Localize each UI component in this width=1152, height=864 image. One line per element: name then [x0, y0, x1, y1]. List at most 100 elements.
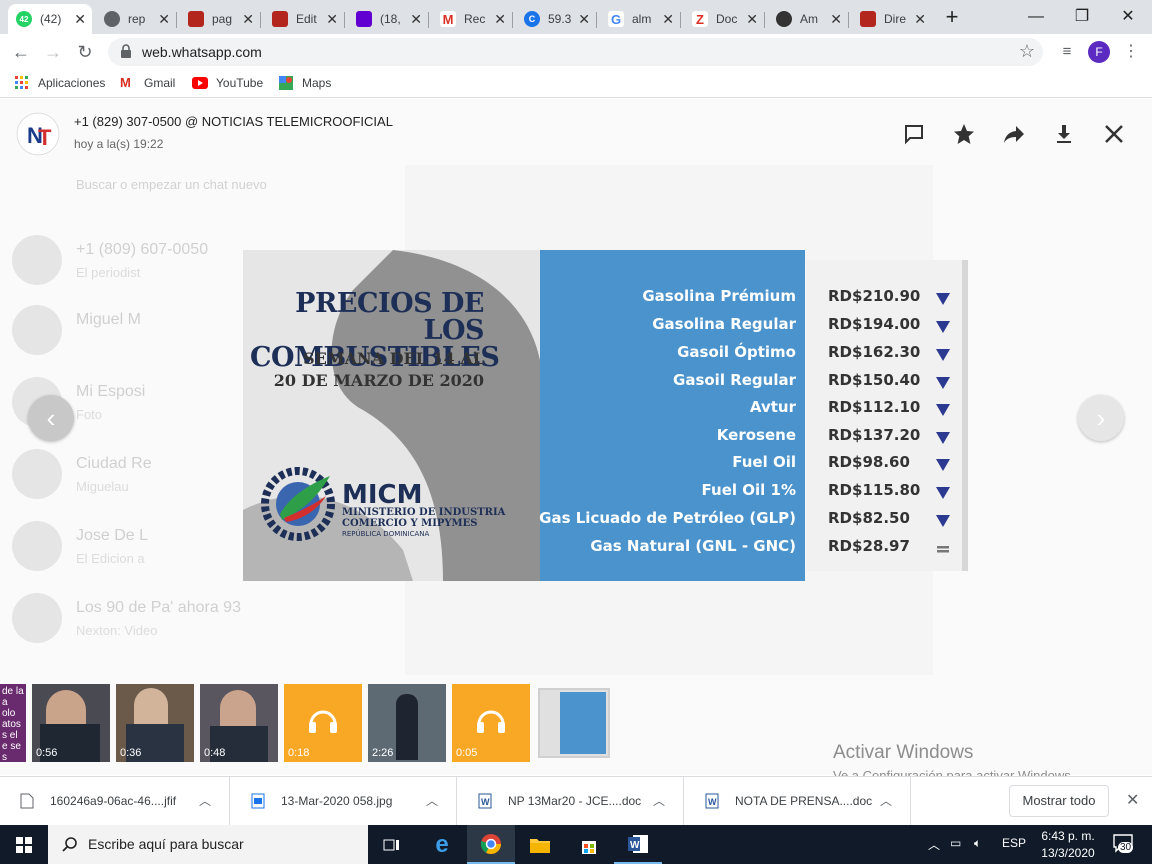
- file-explorer-icon[interactable]: [516, 825, 564, 864]
- fuel-name: Kerosene: [716, 426, 796, 444]
- fuel-price: RD$194.00: [828, 315, 921, 333]
- taskbar-search-box[interactable]: Escribe aquí para buscar: [48, 825, 368, 864]
- back-arrow-icon[interactable]: ←: [8, 40, 34, 64]
- bookmark-star-icon[interactable]: ☆: [1019, 41, 1035, 62]
- forward-arrow-icon[interactable]: →: [40, 40, 66, 64]
- next-media-button[interactable]: ›: [1078, 395, 1124, 441]
- reload-icon[interactable]: ↻: [72, 40, 98, 64]
- tab-close-icon[interactable]: ✕: [326, 11, 338, 27]
- bookmark-youtube[interactable]: YouTube: [192, 76, 263, 90]
- browser-toolbar: ← → ↻ web.whatsapp.com ☆ ≡ F ⋮: [0, 34, 1152, 70]
- download-icon[interactable]: [1052, 122, 1076, 146]
- fuel-row: Gas Licuado de Petróleo (GLP) RD$82.50: [539, 505, 970, 533]
- windows-start-icon[interactable]: [0, 825, 48, 864]
- menu-kebab-icon[interactable]: ⋮: [1118, 40, 1144, 64]
- fuel-price: RD$28.97: [828, 537, 910, 555]
- video-thumbnail[interactable]: 0:36: [116, 684, 194, 762]
- store-icon[interactable]: [565, 825, 613, 864]
- minimize-button[interactable]: —: [1016, 4, 1056, 30]
- volume-icon[interactable]: 🔈︎: [974, 836, 981, 851]
- tab-5[interactable]: M Rec ✕: [432, 4, 513, 34]
- bookmark-label: YouTube: [216, 76, 264, 90]
- thumbnail-partial[interactable]: de la a olo atos s el e se s: [0, 684, 26, 762]
- ghost-search: Buscar o empezar un chat nuevo: [76, 177, 267, 192]
- clock-date[interactable]: 13/3/2020: [1038, 846, 1098, 860]
- tab-close-icon[interactable]: ✕: [494, 11, 506, 27]
- tab-close-icon[interactable]: ✕: [914, 11, 926, 27]
- image-thumbnail-selected[interactable]: [538, 688, 610, 758]
- tab-close-icon[interactable]: ✕: [158, 11, 170, 27]
- tab-close-icon[interactable]: ✕: [242, 11, 254, 27]
- forward-icon[interactable]: [1002, 122, 1026, 146]
- language-indicator[interactable]: ESP: [1002, 836, 1026, 850]
- tab-4[interactable]: (18, ✕: [348, 4, 429, 34]
- clock-time[interactable]: 6:43 p. m.: [1038, 829, 1098, 843]
- tab-1[interactable]: rep ✕: [96, 4, 177, 34]
- media-control-icon[interactable]: ≡: [1054, 40, 1080, 64]
- audio-duration: 0:18: [288, 747, 310, 759]
- tab-3[interactable]: Edit ✕: [264, 4, 345, 34]
- video-duration: 0:56: [36, 747, 58, 759]
- word-icon[interactable]: W: [614, 825, 662, 864]
- audio-thumbnail[interactable]: 0:05: [452, 684, 530, 762]
- profile-avatar[interactable]: F: [1088, 41, 1110, 63]
- bookmark-maps[interactable]: Maps: [278, 76, 331, 90]
- star-icon[interactable]: [952, 122, 976, 146]
- tab-title: (18,: [380, 12, 401, 26]
- previous-media-button[interactable]: ‹: [28, 395, 74, 441]
- tab-8[interactable]: Z Doc ✕: [684, 4, 765, 34]
- video-thumbnail[interactable]: 0:48: [200, 684, 278, 762]
- tab-close-icon[interactable]: ✕: [578, 11, 590, 27]
- tab-whatsapp[interactable]: 42 (42) ✕: [8, 4, 92, 34]
- address-bar[interactable]: web.whatsapp.com ☆: [108, 38, 1043, 66]
- notification-count: 30: [1118, 842, 1134, 853]
- download-item[interactable]: 13-Mar-2020 058.jpg ︿: [231, 777, 457, 825]
- poster-week: SEMANA DEL 14 AL 20 DE MARZO DE 2020: [273, 349, 484, 390]
- svg-text:T: T: [38, 125, 52, 150]
- price-down-icon: [936, 432, 950, 444]
- bookmark-apps[interactable]: Aplicaciones: [14, 76, 105, 90]
- close-downloads-icon[interactable]: ✕: [1126, 790, 1139, 810]
- download-item[interactable]: W NOTA DE PRENSA....doc ︿: [685, 777, 911, 825]
- close-icon[interactable]: [1102, 122, 1126, 146]
- tray-overflow-icon[interactable]: ︿: [928, 836, 940, 853]
- bookmark-gmail[interactable]: M Gmail: [120, 76, 175, 91]
- reply-icon[interactable]: [902, 122, 926, 146]
- download-item[interactable]: W NP 13Mar20 - JCE....doc ︿: [458, 777, 684, 825]
- tab-9[interactable]: Am ✕: [768, 4, 849, 34]
- media-viewer-header: [0, 99, 1152, 165]
- price-down-icon: [936, 377, 950, 389]
- tab-7[interactable]: G alm ✕: [600, 4, 681, 34]
- gmail-icon: M: [440, 11, 456, 27]
- chrome-icon[interactable]: [467, 825, 515, 864]
- notifications-icon[interactable]: 30: [1112, 833, 1138, 855]
- network-icon[interactable]: ▭: [950, 836, 961, 850]
- apps-grid-icon: [15, 76, 28, 89]
- task-view-icon[interactable]: [368, 825, 416, 864]
- window-close-button[interactable]: ✕: [1108, 4, 1148, 30]
- fuel-price: RD$150.40: [828, 371, 921, 389]
- edge-icon[interactable]: e: [418, 825, 466, 864]
- sender-name: +1 (829) 307-0500 @ NOTICIAS TELEMICROOF…: [74, 114, 393, 129]
- tab-2[interactable]: pag ✕: [180, 4, 261, 34]
- audio-thumbnail[interactable]: 0:18: [284, 684, 362, 762]
- video-thumbnail[interactable]: 0:56: [32, 684, 110, 762]
- tab-close-icon[interactable]: ✕: [746, 11, 758, 27]
- tab-close-icon[interactable]: ✕: [410, 11, 422, 27]
- tab-close-icon[interactable]: ✕: [662, 11, 674, 27]
- whatsapp-icon: 42: [16, 11, 32, 27]
- tab-6[interactable]: C 59.3 ✕: [516, 4, 597, 34]
- tab-close-icon[interactable]: ✕: [74, 11, 86, 27]
- tab-10[interactable]: Dire ✕: [852, 4, 932, 34]
- video-thumbnail[interactable]: 2:26: [368, 684, 446, 762]
- message-time: hoy a la(s) 19:22: [74, 137, 164, 151]
- download-filename: 13-Mar-2020 058.jpg: [281, 794, 393, 808]
- show-all-downloads-button[interactable]: Mostrar todo: [1009, 785, 1109, 817]
- new-tab-button[interactable]: +: [932, 4, 972, 30]
- channel-avatar[interactable]: N T: [16, 112, 60, 156]
- media-thumbnails-strip: de la a olo atos s el e se s 0:56 0:36 0:48 0:…: [0, 676, 1152, 775]
- restore-button[interactable]: ❐: [1062, 4, 1102, 30]
- tab-close-icon[interactable]: ✕: [830, 11, 842, 27]
- download-item[interactable]: 160246a9-06ac-46....jfif ︿: [0, 777, 230, 825]
- url-text: web.whatsapp.com: [142, 44, 262, 60]
